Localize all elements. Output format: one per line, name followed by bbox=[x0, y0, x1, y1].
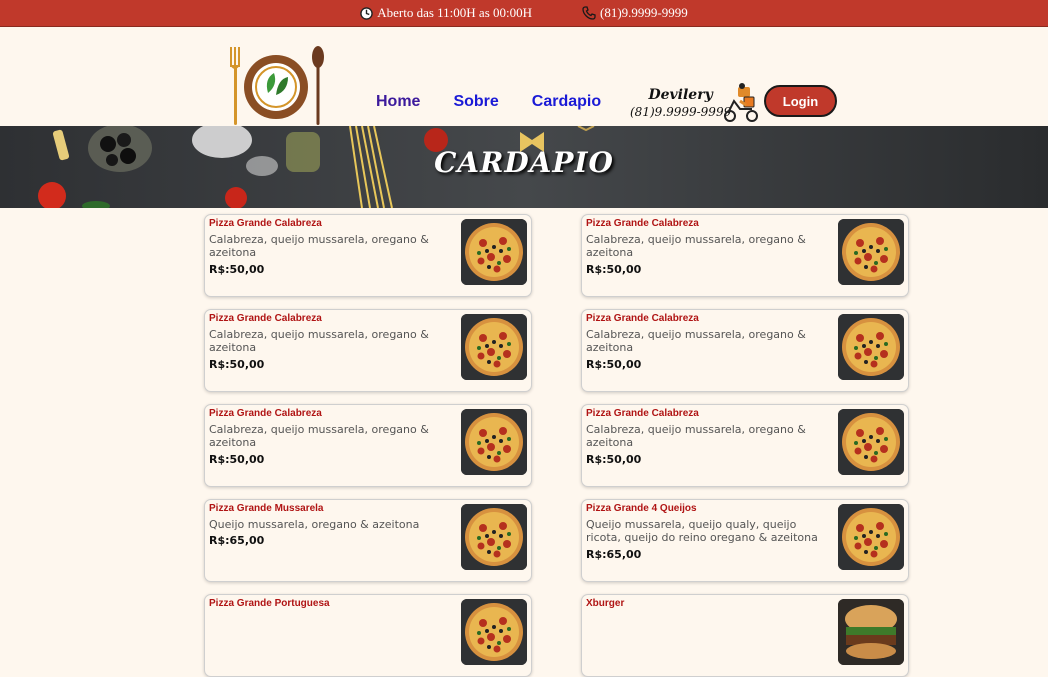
menu-item-card[interactable]: Pizza Grande 4 Queijos Queijo mussarela, … bbox=[581, 499, 909, 582]
burger-image[interactable] bbox=[838, 599, 904, 665]
login-button[interactable]: Login bbox=[764, 85, 837, 117]
menu-item-name: Pizza Grande Calabreza bbox=[209, 218, 322, 229]
contact-phone: (81)9.9999-9999 bbox=[582, 5, 688, 21]
pizza-image[interactable] bbox=[838, 219, 904, 285]
restaurant-logo[interactable] bbox=[228, 43, 324, 133]
nav-home[interactable]: Home bbox=[376, 93, 420, 111]
banner-title: CARDAPIO bbox=[434, 146, 614, 179]
menu-item-price: R$:50,00 bbox=[209, 453, 265, 466]
nav-sobre[interactable]: Sobre bbox=[453, 93, 498, 111]
pizza-image[interactable] bbox=[461, 314, 527, 380]
menu-item-card[interactable]: Pizza Grande Calabreza Calabreza, queijo … bbox=[581, 214, 909, 297]
menu-item-name: Pizza Grande Calabreza bbox=[209, 313, 322, 324]
menu-banner: CARDAPIO bbox=[0, 126, 1048, 208]
menu-item-name: Pizza Grande Portuguesa bbox=[209, 598, 330, 609]
menu-item-price: R$:50,00 bbox=[209, 358, 265, 371]
menu-item-description: Calabreza, queijo mussarela, oregano & a… bbox=[586, 328, 806, 354]
menu-item-description: Queijo mussarela, queijo qualy, queijo r… bbox=[586, 518, 818, 544]
menu-item-description: Calabreza, queijo mussarela, oregano & a… bbox=[209, 423, 429, 449]
menu-item-name: Pizza Grande 4 Queijos bbox=[586, 503, 697, 514]
pizza-image[interactable] bbox=[461, 219, 527, 285]
delivery-title: Devilery bbox=[648, 87, 713, 103]
menu-item-card[interactable]: Pizza Grande Calabreza Calabreza, queijo … bbox=[581, 404, 909, 487]
clock-icon bbox=[360, 6, 374, 20]
menu-item-description: Calabreza, queijo mussarela, oregano & a… bbox=[209, 233, 429, 259]
menu-item-name: Pizza Grande Mussarela bbox=[209, 503, 324, 514]
pizza-image[interactable] bbox=[461, 599, 527, 665]
menu-item-description: Calabreza, queijo mussarela, oregano & a… bbox=[209, 328, 429, 354]
phone-icon bbox=[582, 6, 596, 20]
menu-item-name: Pizza Grande Calabreza bbox=[586, 408, 699, 419]
menu-item-price: R$:50,00 bbox=[586, 263, 642, 276]
pizza-image[interactable] bbox=[838, 409, 904, 475]
menu-item-card[interactable]: Pizza Grande Calabreza Calabreza, queijo … bbox=[581, 309, 909, 392]
menu-item-price: R$:50,00 bbox=[586, 453, 642, 466]
main-nav: Home Sobre Cardapio bbox=[376, 93, 601, 111]
delivery-phone: (81)9.9999-9999 bbox=[630, 105, 732, 119]
menu-item-price: R$:65,00 bbox=[209, 534, 265, 547]
top-info-bar: Aberto das 11:00H as 00:00H (81)9.9999-9… bbox=[0, 0, 1048, 27]
pizza-image[interactable] bbox=[838, 314, 904, 380]
menu-item-price: R$:65,00 bbox=[586, 548, 642, 561]
menu-item-description: Queijo mussarela, oregano & azeitona bbox=[209, 518, 420, 531]
menu-item-card[interactable]: Pizza Grande Mussarela Queijo mussarela, … bbox=[204, 499, 532, 582]
opening-hours: Aberto das 11:00H as 00:00H bbox=[360, 5, 532, 21]
menu-item-price: R$:50,00 bbox=[209, 263, 265, 276]
menu-item-price: R$:50,00 bbox=[586, 358, 642, 371]
menu-item-card[interactable]: Pizza Grande Calabreza Calabreza, queijo … bbox=[204, 214, 532, 297]
menu-item-name: Xburger bbox=[586, 598, 625, 609]
menu-item-card[interactable]: Xburger bbox=[581, 594, 909, 677]
contact-phone-text: (81)9.9999-9999 bbox=[600, 5, 688, 20]
nav-cardapio[interactable]: Cardapio bbox=[532, 93, 601, 111]
delivery-scooter-icon bbox=[724, 83, 758, 122]
menu-item-name: Pizza Grande Calabreza bbox=[209, 408, 322, 419]
menu-item-description: Calabreza, queijo mussarela, oregano & a… bbox=[586, 423, 806, 449]
menu-item-description: Calabreza, queijo mussarela, oregano & a… bbox=[586, 233, 806, 259]
delivery-info: Devilery (81)9.9999-9999 bbox=[630, 87, 731, 119]
menu-item-card[interactable]: Pizza Grande Portuguesa bbox=[204, 594, 532, 677]
menu-item-card[interactable]: Pizza Grande Calabreza Calabreza, queijo … bbox=[204, 309, 532, 392]
menu-item-name: Pizza Grande Calabreza bbox=[586, 313, 699, 324]
pizza-image[interactable] bbox=[461, 409, 527, 475]
menu-item-card[interactable]: Pizza Grande Calabreza Calabreza, queijo … bbox=[204, 404, 532, 487]
opening-hours-text: Aberto das 11:00H as 00:00H bbox=[377, 5, 533, 20]
pizza-image[interactable] bbox=[838, 504, 904, 570]
menu-item-name: Pizza Grande Calabreza bbox=[586, 218, 699, 229]
site-header: Home Sobre Cardapio Devilery (81)9.9999-… bbox=[0, 27, 1048, 126]
pizza-image[interactable] bbox=[461, 504, 527, 570]
